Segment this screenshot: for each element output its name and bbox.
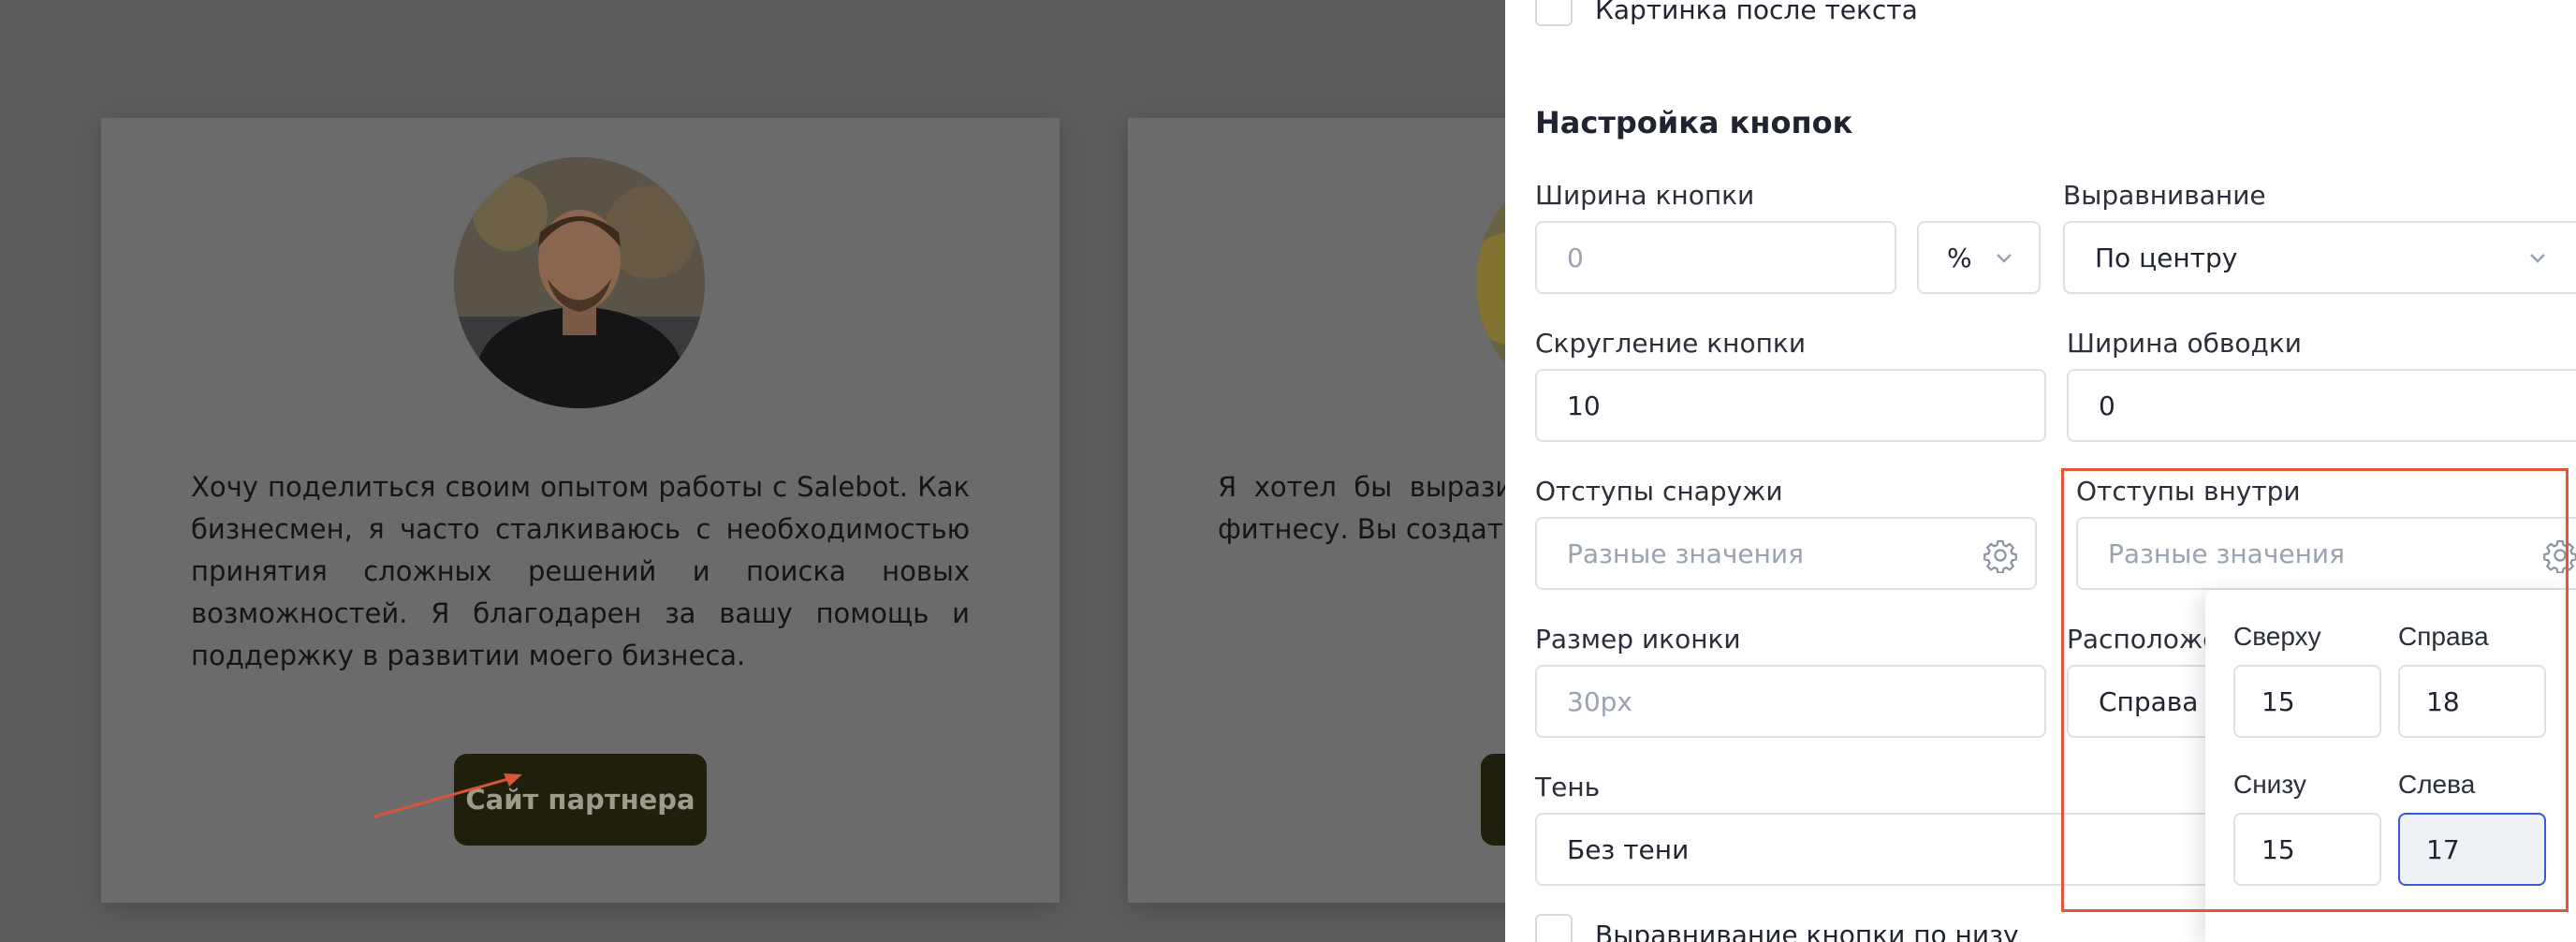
avatar	[1476, 157, 1505, 408]
icon-position-label: Расположе	[2067, 624, 2219, 655]
outer-padding-input[interactable]: Разные значения	[1535, 517, 2037, 590]
inner-padding-placeholder: Разные значения	[2108, 537, 2345, 569]
icon-size-placeholder: 30px	[1567, 685, 1632, 717]
button-radius-input[interactable]: 10	[1535, 369, 2046, 442]
border-width-input[interactable]: 0	[2067, 369, 2576, 442]
outer-padding-label: Отступы снаружи	[1535, 476, 1783, 507]
border-width-value: 0	[2099, 390, 2115, 421]
button-width-placeholder: 0	[1567, 242, 1584, 273]
alignment-label: Выравнивание	[2063, 180, 2266, 211]
gear-icon[interactable]	[2542, 537, 2576, 573]
image-after-text-label: Картинка после текста	[1595, 0, 1918, 25]
chevron-down-icon	[2530, 254, 2545, 263]
inner-padding-input[interactable]: Разные значения	[2076, 517, 2576, 590]
padding-bottom-value: 15	[2261, 833, 2295, 865]
padding-left-label: Слева	[2398, 770, 2476, 799]
annotation-arrow-icon	[373, 773, 522, 818]
chevron-down-icon	[1997, 254, 2012, 263]
padding-left-input[interactable]: 17	[2398, 813, 2546, 886]
padding-right-input[interactable]: 18	[2398, 665, 2546, 738]
avatar	[454, 157, 705, 408]
testimonial-text: Я хотел бы выразить помощь в организа кл…	[1218, 471, 1505, 545]
button-width-input[interactable]: 0	[1535, 221, 1896, 294]
image-after-text-checkbox[interactable]	[1535, 0, 1573, 26]
padding-bottom-input[interactable]: 15	[2233, 813, 2381, 886]
testimonial-card: Хочу поделиться своим опытом работы с Sa…	[101, 118, 1060, 903]
testimonial-text: Хочу поделиться своим опытом работы с Sa…	[191, 471, 970, 671]
button-width-label: Ширина кнопки	[1535, 180, 1755, 211]
padding-right-value: 18	[2426, 685, 2460, 717]
button-radius-label: Скругление кнопки	[1535, 328, 1807, 359]
inner-padding-popover: Сверху 15 Справа 18 Снизу 15 Слева 17	[2205, 590, 2576, 942]
partner-site-button[interactable]	[1481, 754, 1505, 846]
padding-top-label: Сверху	[2233, 622, 2321, 651]
icon-position-value: Справа о	[2099, 685, 2223, 717]
icon-size-input[interactable]: 30px	[1535, 665, 2046, 738]
padding-top-value: 15	[2261, 685, 2295, 717]
testimonial-card: Я хотел бы выразить помощь в организа кл…	[1128, 118, 1505, 903]
page-preview-backdrop: Хочу поделиться своим опытом работы с Sa…	[0, 0, 1505, 942]
align-button-bottom-label: Выравнивание кнопки по низу	[1595, 920, 2019, 942]
icon-size-label: Размер иконки	[1535, 624, 1741, 655]
padding-right-label: Справа	[2398, 622, 2489, 651]
button-width-unit-select[interactable]: %	[1917, 221, 2041, 294]
shadow-label: Тень	[1535, 772, 1601, 802]
section-title: Настройка кнопок	[1535, 105, 1853, 140]
unit-value: %	[1947, 242, 1972, 273]
gear-icon[interactable]	[1983, 537, 2018, 573]
padding-top-input[interactable]: 15	[2233, 665, 2381, 738]
border-width-label: Ширина обводки	[2067, 328, 2302, 359]
align-button-bottom-checkbox[interactable]	[1535, 914, 1573, 942]
padding-bottom-label: Снизу	[2233, 770, 2306, 799]
alignment-select[interactable]: По центру	[2063, 221, 2576, 294]
shadow-value: Без тени	[1567, 833, 1690, 865]
outer-padding-placeholder: Разные значения	[1567, 537, 1804, 569]
inner-padding-label: Отступы внутри	[2076, 476, 2301, 507]
padding-left-value: 17	[2426, 833, 2460, 865]
alignment-value: По центру	[2095, 242, 2238, 273]
button-radius-value: 10	[1567, 390, 1601, 421]
